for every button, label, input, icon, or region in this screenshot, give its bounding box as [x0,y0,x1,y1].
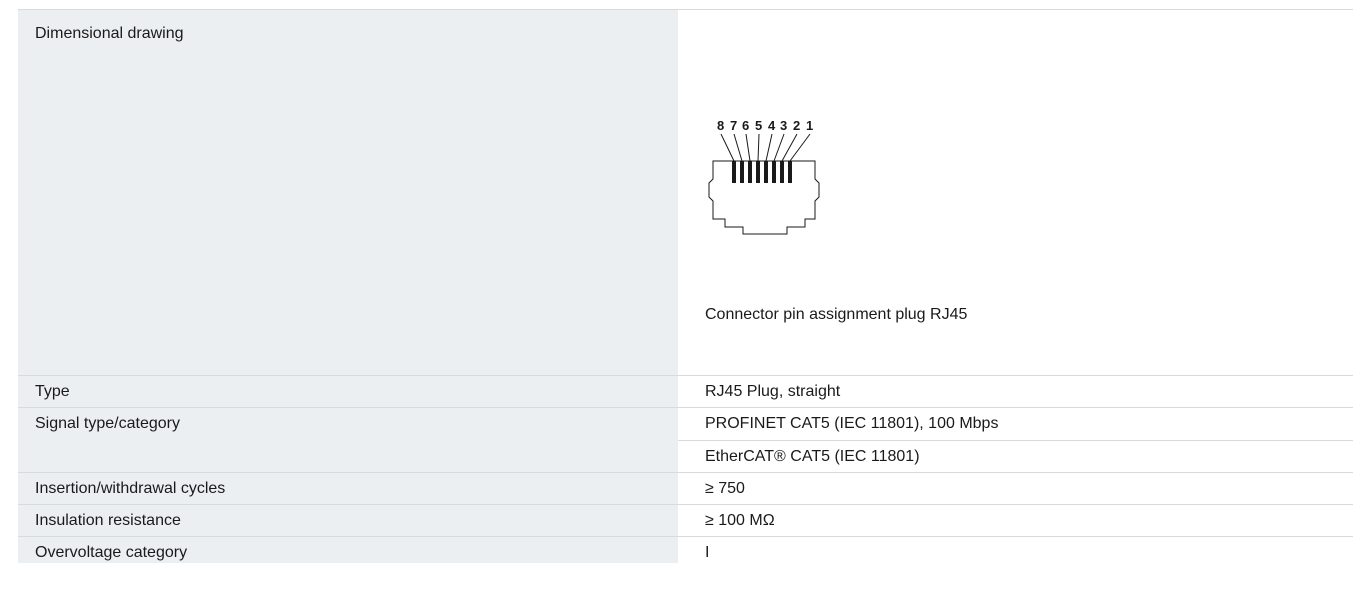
spec-value: I [678,537,1353,563]
spec-value: RJ45 Plug, straight [678,376,1353,407]
spec-label: Insertion/withdrawal cycles [18,473,678,504]
pin-number-3: 3 [780,118,787,133]
spec-label: Insulation resistance [18,505,678,536]
pin-number-7: 7 [730,118,737,133]
spec-label: Type [18,376,678,407]
pin-number-1: 1 [806,118,813,133]
spec-values: PROFINET CAT5 (IEC 11801), 100 Mbps Ethe… [678,408,1353,472]
pin-number-6: 6 [742,118,749,133]
pin-number-5: 5 [755,118,762,133]
spec-table: Dimensional drawing 8 7 6 5 4 3 2 1 Conn… [18,9,1353,563]
spec-label: Signal type/category [18,408,678,472]
spec-row-overvoltage-category: Overvoltage category I [18,537,1353,563]
spec-value: ≥ 100 MΩ [678,505,1353,536]
drawing-caption: Connector pin assignment plug RJ45 [705,306,968,323]
spec-row-type: Type RJ45 Plug, straight [18,376,1353,408]
spec-row-insulation-resistance: Insulation resistance ≥ 100 MΩ [18,505,1353,537]
spec-label: Overvoltage category [18,537,678,563]
spec-value: ≥ 750 [678,473,1353,504]
rj45-pin-assignment-drawing: 8 7 6 5 4 3 2 1 [708,118,820,235]
pin-leader-lines [720,133,811,162]
spec-label: Dimensional drawing [18,10,678,375]
spec-row-dimensional-drawing: Dimensional drawing 8 7 6 5 4 3 2 1 Conn… [18,10,1353,376]
spec-value: PROFINET CAT5 (IEC 11801), 100 Mbps [678,408,1353,440]
spec-value: EtherCAT® CAT5 (IEC 11801) [678,440,1353,472]
spec-row-insertion-cycles: Insertion/withdrawal cycles ≥ 750 [18,473,1353,505]
pin-number-8: 8 [717,118,724,133]
pin-number-2: 2 [793,118,800,133]
pin-contacts [732,161,792,183]
pin-number-4: 4 [768,118,776,133]
spec-value-drawing: 8 7 6 5 4 3 2 1 Connector pin assignment… [678,10,1353,375]
spec-row-signal-type: Signal type/category PROFINET CAT5 (IEC … [18,408,1353,473]
